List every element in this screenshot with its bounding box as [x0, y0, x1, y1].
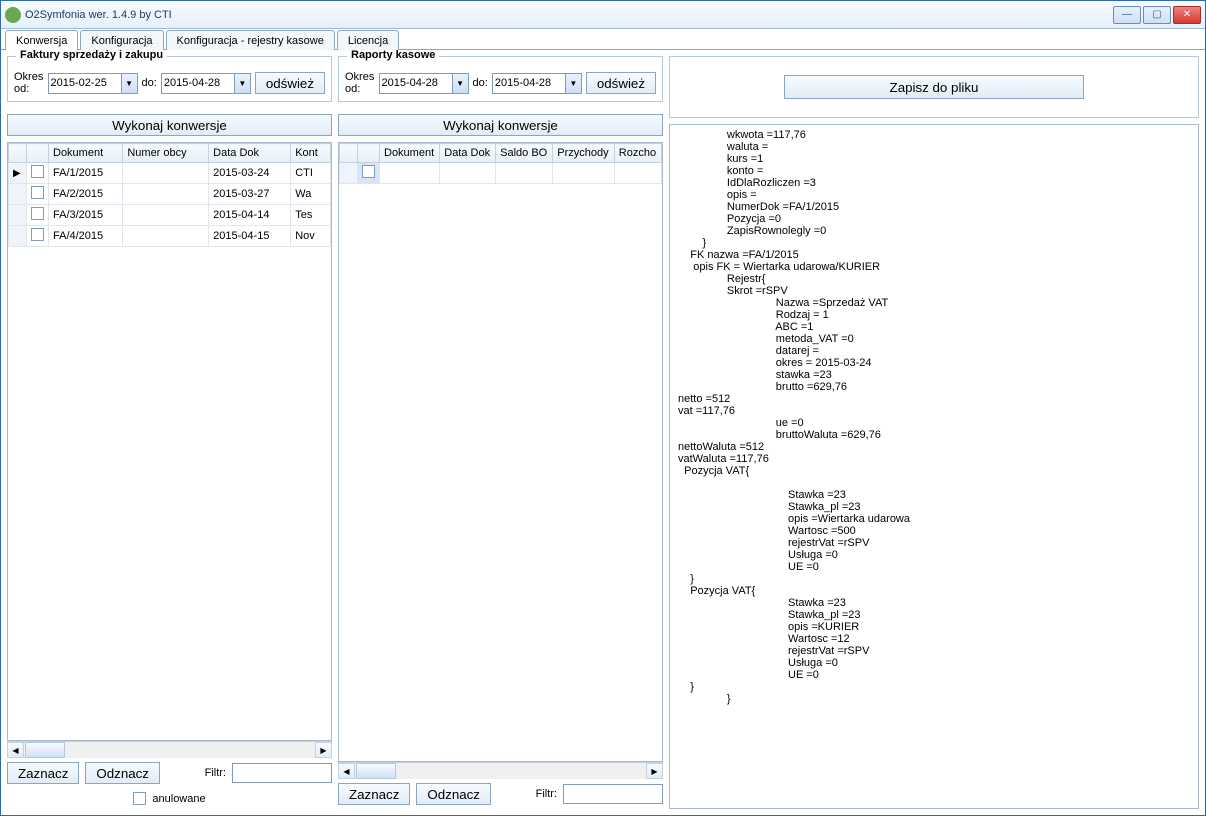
scroll-thumb[interactable] — [25, 742, 65, 758]
date-from-input[interactable] — [380, 77, 452, 89]
col-dokument[interactable]: Dokument — [49, 144, 123, 163]
scroll-left-icon[interactable]: ◀ — [338, 763, 355, 779]
maximize-button[interactable]: ▢ — [1143, 6, 1171, 24]
do-label: do: — [142, 77, 157, 89]
row-checkbox[interactable] — [31, 207, 44, 220]
refresh-button[interactable]: odśwież — [586, 72, 656, 94]
col-przychody[interactable]: Przychody — [553, 144, 615, 163]
raporty-group: Raporty kasowe Okres od: ▼ do: ▼ odśwież — [338, 56, 663, 102]
table-row[interactable]: FA/2/20152015-03-27Wa — [9, 184, 331, 205]
odznacz-button[interactable]: Odznacz — [85, 762, 160, 784]
table-row[interactable]: FA/4/20152015-04-15Nov — [9, 226, 331, 247]
h-scrollbar[interactable]: ◀ ▶ — [7, 741, 332, 758]
col-kont[interactable]: Kont — [291, 144, 331, 163]
scroll-thumb[interactable] — [356, 763, 396, 779]
window-title: O2Symfonia wer. 1.4.9 by CTI — [25, 9, 1113, 21]
titlebar: O2Symfonia wer. 1.4.9 by CTI — ▢ ✕ — [1, 1, 1205, 29]
col-data[interactable]: Data Dok — [209, 144, 291, 163]
wykonaj-konwersje-button[interactable]: Wykonaj konwersje — [338, 114, 663, 136]
row-checkbox[interactable] — [362, 165, 375, 178]
wykonaj-konwersje-button[interactable]: Wykonaj konwersje — [7, 114, 332, 136]
table-row[interactable]: FA/3/20152015-04-14Tes — [9, 205, 331, 226]
col-numer[interactable]: Numer obcy — [123, 144, 209, 163]
tab-konwersja[interactable]: Konwersja — [5, 30, 78, 50]
date-to-input[interactable] — [162, 77, 234, 89]
tab-strip: Konwersja Konfiguracja Konfiguracja - re… — [1, 29, 1205, 50]
okres-od-label: Okres od: — [345, 71, 375, 95]
filtr-input[interactable] — [563, 784, 663, 804]
date-to-combo[interactable]: ▼ — [161, 73, 251, 94]
date-to-combo[interactable]: ▼ — [492, 73, 582, 94]
col-rozcho[interactable]: Rozcho — [614, 144, 661, 163]
chevron-down-icon[interactable]: ▼ — [121, 74, 137, 93]
col-dokument[interactable]: Dokument — [380, 144, 440, 163]
tab-konfiguracja-rejestry[interactable]: Konfiguracja - rejestry kasowe — [166, 30, 335, 50]
anulowane-checkbox[interactable] — [133, 792, 146, 805]
filtr-input[interactable] — [232, 763, 332, 783]
tab-konfiguracja[interactable]: Konfiguracja — [80, 30, 163, 50]
odznacz-button[interactable]: Odznacz — [416, 783, 491, 805]
scroll-right-icon[interactable]: ▶ — [646, 763, 663, 779]
zaznacz-button[interactable]: Zaznacz — [7, 762, 79, 784]
col-data[interactable]: Data Dok — [440, 144, 496, 163]
filtr-label: Filtr: — [205, 767, 226, 779]
output-log[interactable]: wkwota =117,76 waluta = kurs =1 konto = … — [669, 124, 1199, 809]
close-button[interactable]: ✕ — [1173, 6, 1201, 24]
faktury-grid[interactable]: Dokument Numer obcy Data Dok Kont ▶ FA/1… — [7, 142, 332, 741]
row-checkbox[interactable] — [31, 165, 44, 178]
scroll-right-icon[interactable]: ▶ — [315, 742, 332, 758]
h-scrollbar[interactable]: ◀ ▶ — [338, 762, 663, 779]
tab-licencja[interactable]: Licencja — [337, 30, 399, 50]
chevron-down-icon[interactable]: ▼ — [234, 74, 250, 93]
zapisz-do-pliku-button[interactable]: Zapisz do pliku — [784, 75, 1084, 99]
date-to-input[interactable] — [493, 77, 565, 89]
date-from-combo[interactable]: ▼ — [48, 73, 138, 94]
date-from-input[interactable] — [49, 77, 121, 89]
faktury-group: Faktury sprzedaży i zakupu Okres od: ▼ d… — [7, 56, 332, 102]
row-checkbox[interactable] — [31, 186, 44, 199]
faktury-legend: Faktury sprzedaży i zakupu — [16, 50, 167, 61]
save-panel: Zapisz do pliku — [669, 56, 1199, 118]
do-label: do: — [473, 77, 488, 89]
okres-od-label: Okres od: — [14, 71, 44, 95]
app-icon — [5, 7, 21, 23]
scroll-left-icon[interactable]: ◀ — [7, 742, 24, 758]
raporty-grid[interactable]: Dokument Data Dok Saldo BO Przychody Roz… — [338, 142, 663, 762]
raporty-legend: Raporty kasowe — [347, 50, 439, 61]
chevron-down-icon[interactable]: ▼ — [452, 74, 468, 93]
zaznacz-button[interactable]: Zaznacz — [338, 783, 410, 805]
chevron-down-icon[interactable]: ▼ — [565, 74, 581, 93]
anulowane-label: anulowane — [152, 793, 205, 805]
minimize-button[interactable]: — — [1113, 6, 1141, 24]
date-from-combo[interactable]: ▼ — [379, 73, 469, 94]
refresh-button[interactable]: odśwież — [255, 72, 325, 94]
row-pointer-icon: ▶ — [13, 168, 21, 179]
col-saldo[interactable]: Saldo BO — [496, 144, 553, 163]
filtr-label: Filtr: — [536, 788, 557, 800]
table-row[interactable] — [340, 163, 662, 184]
table-row[interactable]: ▶ FA/1/2015 2015-03-24 CTI — [9, 163, 331, 184]
row-checkbox[interactable] — [31, 228, 44, 241]
